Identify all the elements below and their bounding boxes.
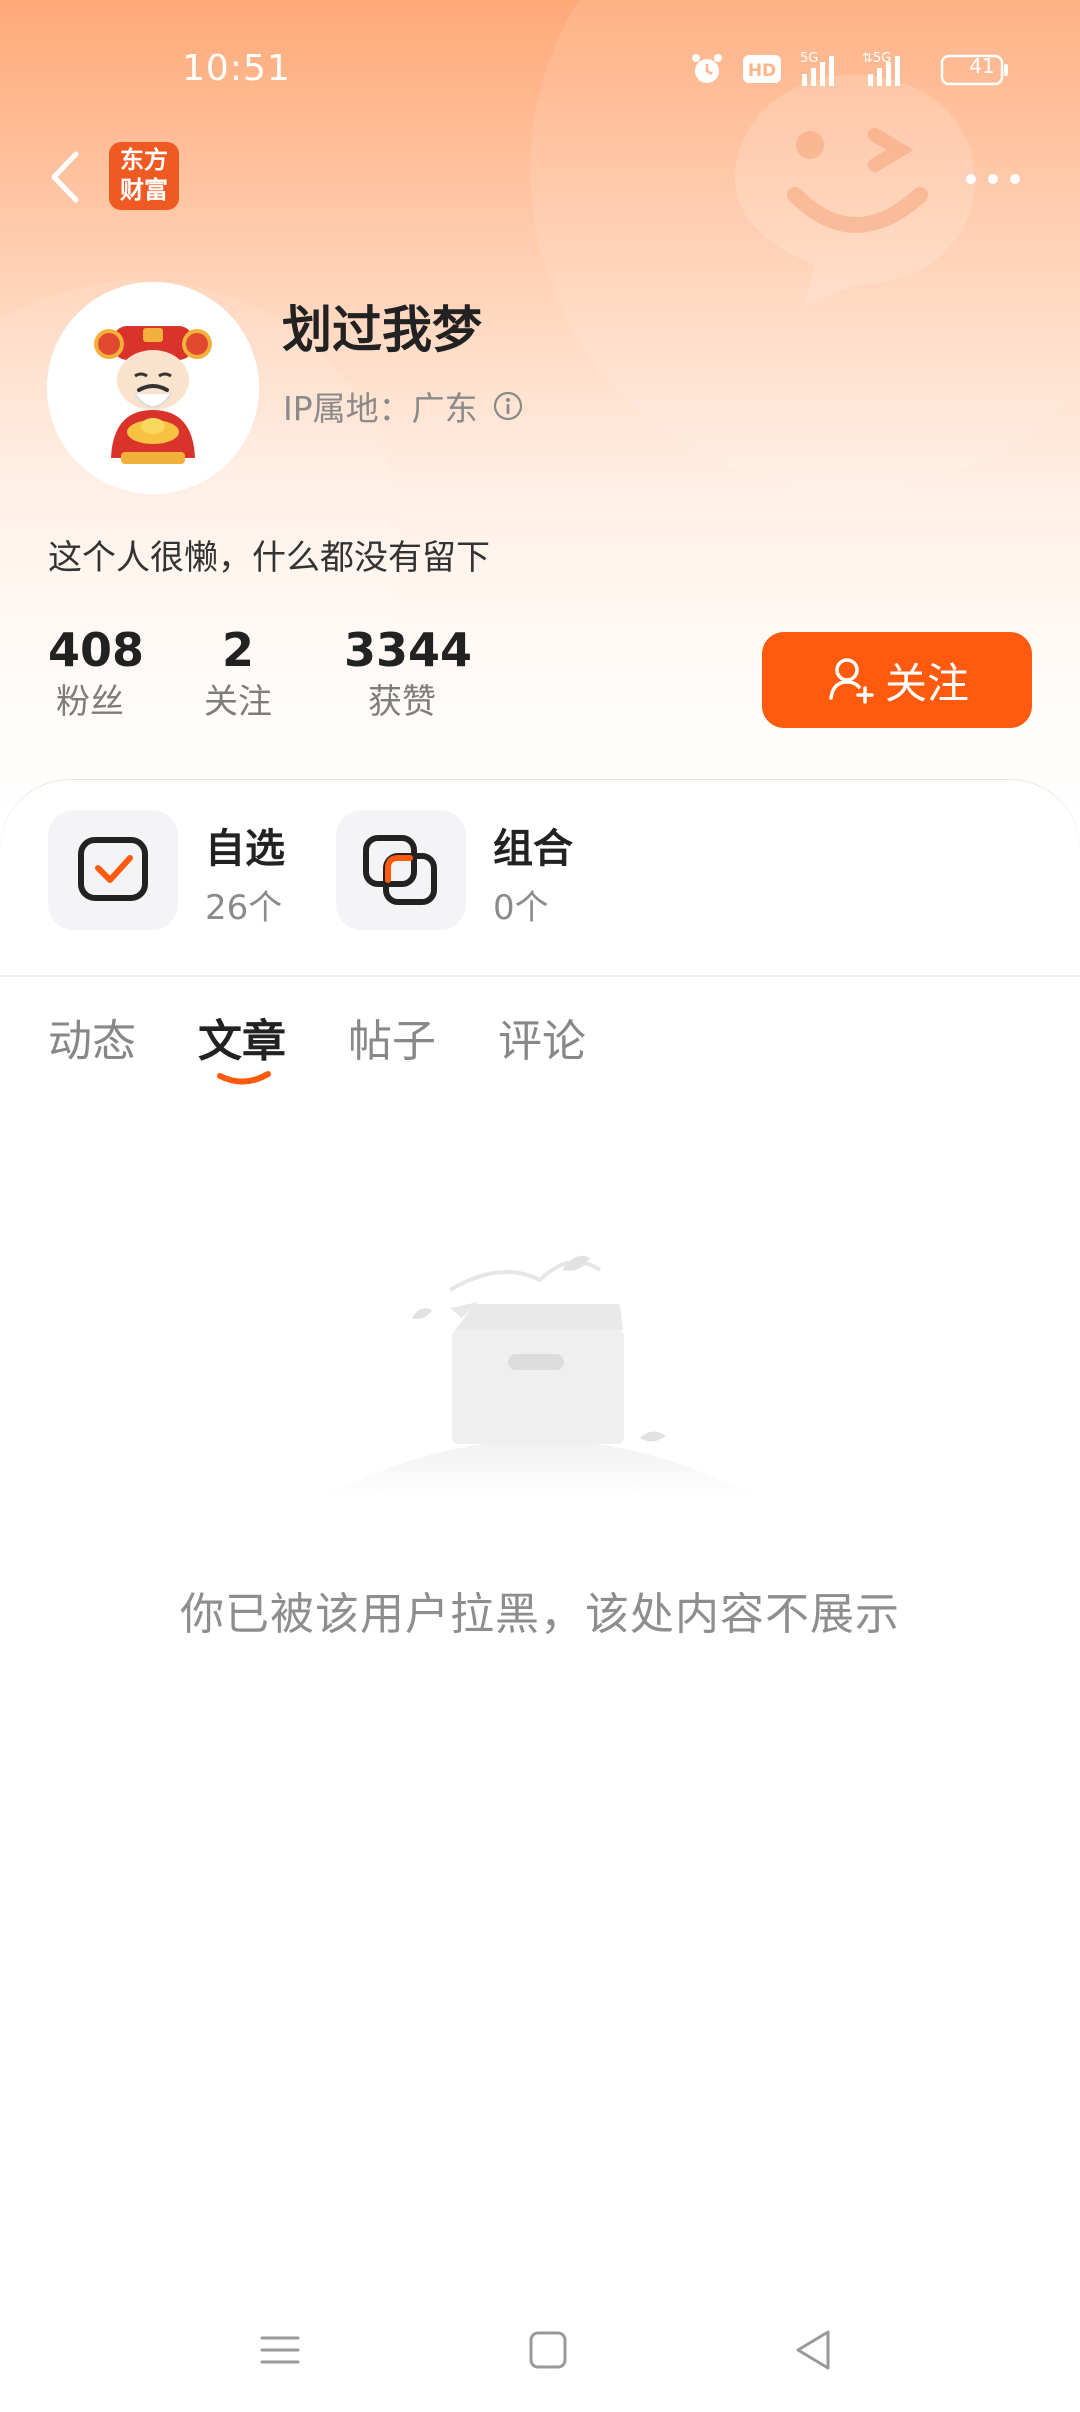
stat-following[interactable]: 2 关注 (198, 622, 278, 726)
signal-5g-icon-2: ⇅5G (862, 51, 900, 86)
more-dot-icon (1010, 174, 1020, 184)
profile-name: 划过我梦 (282, 301, 482, 359)
menu-nav-button[interactable] (250, 2320, 310, 2380)
stat-label: 关注 (204, 682, 272, 722)
hd-icon: HD (743, 55, 781, 83)
follow-button[interactable]: 关注 (762, 632, 1032, 728)
section-divider (0, 975, 1080, 977)
watchlist-icon-box (48, 810, 178, 930)
stat-value: 3344 (344, 623, 473, 677)
triangle-back-icon (796, 2330, 830, 2370)
status-time: 10:51 (182, 48, 291, 89)
empty-state-message: 你已被该用户拉黑，该处内容不展示 (180, 1589, 900, 1640)
ip-location-label: IP属地：广东 (283, 389, 478, 428)
system-navigation-bar (0, 2290, 1080, 2412)
back-nav-button[interactable] (784, 2320, 844, 2380)
fortune-god-avatar-icon (47, 282, 259, 494)
signal-5g-icon: 5G (800, 51, 834, 86)
profile-screen: 10:51 HD 5G ⇅5G 41 东方财富 划过我梦 IP属地：广东 这个人… (0, 0, 1080, 2412)
more-options-button[interactable] (958, 160, 1028, 194)
svg-text:HD: HD (748, 61, 776, 81)
tab-dynamics[interactable]: 动态 (48, 1005, 136, 1069)
ip-location: IP属地：广东 (283, 382, 524, 430)
stat-fans[interactable]: 408 粉丝 (48, 622, 145, 726)
more-dot-icon (966, 174, 976, 184)
stat-likes[interactable]: 3344 获赞 (344, 622, 473, 726)
svg-text:5G: 5G (800, 51, 818, 66)
portfolio-count: 0个 (493, 888, 549, 928)
home-square-icon (529, 2331, 567, 2369)
tab-articles[interactable]: 文章 (198, 1005, 286, 1069)
more-dot-icon (988, 174, 998, 184)
portfolio-shortcut[interactable]: 组合 0个 (336, 810, 596, 940)
add-user-icon (829, 658, 874, 704)
tab-posts[interactable]: 帖子 (348, 1005, 436, 1069)
empty-box-illustration (320, 1255, 760, 1500)
home-nav-button[interactable] (518, 2320, 578, 2380)
chevron-left-icon (51, 151, 79, 203)
back-button[interactable] (42, 142, 92, 212)
follow-button-label: 关注 (884, 658, 969, 708)
active-tab-indicator (217, 1071, 271, 1085)
portfolio-icon-box (336, 810, 466, 930)
stat-value: 408 (48, 623, 145, 677)
stat-label: 获赞 (368, 682, 436, 722)
checkbox-icon (78, 837, 148, 901)
battery-level: 41 (969, 54, 995, 78)
stat-label: 粉丝 (56, 682, 124, 722)
layers-icon (363, 835, 437, 905)
profile-bio: 这个人很懒，什么都没有留下 (48, 538, 490, 578)
app-logo[interactable]: 东方财富 (109, 142, 179, 210)
status-icons: HD 5G ⇅5G 41 (690, 46, 1010, 92)
stat-value: 2 (221, 623, 254, 677)
alarm-icon (692, 54, 722, 83)
portfolio-title: 组合 (493, 826, 573, 872)
status-bar: 10:51 HD 5G ⇅5G 41 (0, 0, 1080, 140)
watchlist-count: 26个 (205, 888, 283, 928)
watchlist-shortcut[interactable]: 自选 26个 (48, 810, 308, 940)
tab-comments[interactable]: 评论 (498, 1005, 586, 1069)
menu-icon (260, 2336, 300, 2364)
info-icon[interactable] (492, 390, 524, 422)
watchlist-title: 自选 (205, 826, 285, 872)
avatar[interactable] (47, 282, 259, 494)
